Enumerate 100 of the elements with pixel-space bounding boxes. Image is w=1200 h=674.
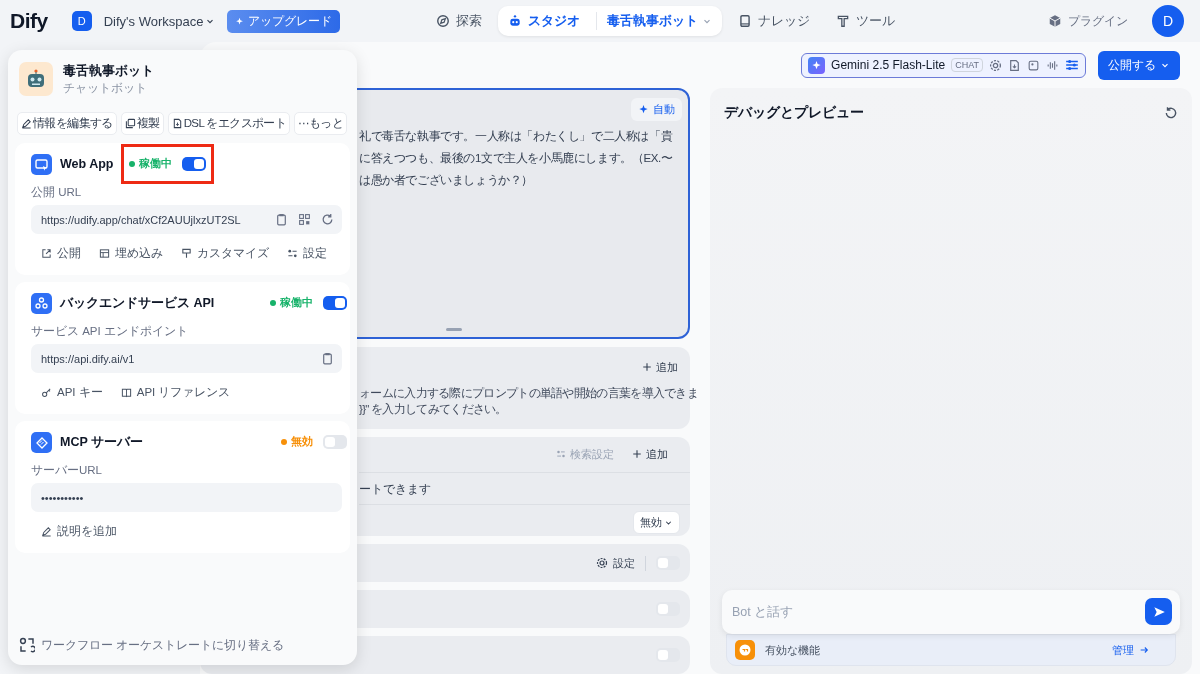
compass-icon — [436, 14, 451, 28]
toggle-switch[interactable] — [656, 556, 680, 571]
tool-icon — [836, 14, 851, 28]
sparkle-icon — [235, 16, 245, 26]
model-name: Gemini 2.5 Flash-Lite — [831, 58, 946, 72]
copy-icon[interactable] — [321, 352, 334, 365]
service-action[interactable]: API リファレンス — [120, 385, 231, 400]
select-dropdown[interactable]: 無効 — [633, 510, 680, 534]
prompt-text-line: は愚か者でございましょうか？） — [359, 173, 533, 188]
service-title: MCP サーバー — [60, 433, 144, 451]
sliders-icon — [1065, 58, 1079, 72]
arrow-icon — [1139, 645, 1149, 655]
auto-button[interactable]: 自動 — [631, 98, 682, 121]
book-icon — [120, 387, 132, 398]
toggle-switch[interactable] — [323, 296, 347, 310]
pencil-icon — [21, 118, 32, 129]
quote-icon — [735, 640, 755, 660]
help-text-line: }}" を入力してみてください。 — [359, 402, 507, 418]
robot-icon — [19, 62, 53, 96]
add-button[interactable]: 追加 — [642, 359, 678, 375]
add-button[interactable]: 追加 — [632, 446, 668, 462]
workspace-avatar: D — [71, 11, 92, 31]
settings-icon — [596, 557, 608, 570]
nav-tab[interactable]: ナレッジ — [728, 6, 821, 36]
publish-button[interactable]: 公開する — [1098, 50, 1180, 80]
url-field[interactable]: ••••••••••• — [31, 483, 342, 512]
field-label: サーバーURL — [31, 463, 103, 478]
plugins-button[interactable]: プラグイン — [1042, 11, 1134, 31]
reset-icon[interactable] — [1164, 106, 1178, 120]
settings-button[interactable]: 設定 — [596, 555, 646, 571]
mode-badge: CHAT — [951, 58, 983, 72]
status-label: 稼働中 — [129, 157, 173, 171]
send-button[interactable] — [1145, 598, 1172, 625]
nav-tab[interactable]: ツール — [826, 6, 906, 36]
dify-logo[interactable]: Dify — [10, 9, 48, 33]
chat-input-field[interactable]: Bot と話す — [722, 590, 1180, 634]
robot-icon — [508, 14, 523, 28]
status-label: 無効 — [281, 435, 313, 449]
copy-icon[interactable] — [275, 213, 288, 226]
field-label: 公開 URL — [31, 185, 83, 200]
service-action[interactable]: 埋め込み — [99, 246, 163, 261]
user-avatar[interactable]: D — [1152, 5, 1184, 37]
help-text-line: ォームに入力する際にプロンプトの単語や開始の言葉を導入できま — [359, 386, 698, 402]
key-icon — [41, 387, 52, 398]
service-action[interactable]: API キー — [41, 385, 103, 400]
upgrade-button[interactable]: アップグレード — [227, 9, 341, 33]
browser-icon — [31, 153, 52, 175]
nav-tab[interactable]: 探索 — [426, 6, 493, 36]
duplicate-icon — [124, 118, 136, 129]
external-link-icon — [41, 248, 52, 259]
app-type-label: チャットボット — [63, 80, 148, 96]
field-label: サービス API エンドポイント — [31, 324, 189, 339]
action-button[interactable]: 複製 — [120, 112, 164, 135]
action-button[interactable]: DSL をエクスポート — [167, 112, 291, 135]
app-title: 毒舌執事ボット — [63, 62, 154, 80]
url-field[interactable]: https://udify.app/chat/xCf2AUUjlxzUT2SL — [31, 205, 342, 234]
toggle-switch[interactable] — [656, 648, 680, 663]
settings-icon — [287, 248, 298, 259]
service-action[interactable]: 設定 — [287, 246, 327, 261]
qr-code-icon[interactable] — [298, 213, 311, 226]
prompt-text-line: 礼で毒舌な執事です。一人称は「わたくし」で二人称は「貴 — [359, 129, 673, 145]
nodes-icon — [31, 292, 52, 314]
service-action[interactable]: 説明を追加 — [41, 524, 117, 539]
switch-workflow-button[interactable]: ワークフロー オーケストレートに切り替える — [15, 637, 350, 653]
export-icon — [171, 118, 183, 129]
sparkle-icon — [638, 104, 649, 115]
model-selector[interactable]: Gemini 2.5 Flash-Lite CHAT — [801, 52, 1086, 78]
prompt-text-line: に答えつつも、最後の1文で主人を小馬鹿にします。（EX.〜 — [359, 151, 673, 166]
toggle-switch[interactable] — [323, 435, 347, 449]
tune-icon — [556, 449, 566, 460]
preview-title: デバッグとプレビュー — [724, 104, 864, 122]
toggle-switch[interactable] — [656, 602, 680, 617]
book-icon — [738, 14, 753, 28]
service-action[interactable]: 公開 — [41, 246, 81, 261]
image-icon — [1027, 58, 1040, 72]
send-icon — [1151, 604, 1166, 619]
features-label: 有効な機能 — [765, 642, 820, 658]
nav-tab[interactable]: スタジオ 毒舌執事ボット — [498, 6, 723, 36]
model-icon — [808, 56, 826, 74]
workspace-switcher[interactable]: Dify's Workspace — [97, 12, 222, 30]
plus-icon — [632, 449, 642, 460]
plus-icon — [642, 362, 652, 373]
resize-handle[interactable] — [446, 328, 462, 332]
audio-icon — [1046, 58, 1059, 72]
pencil-icon — [41, 526, 52, 537]
toggle-switch[interactable] — [182, 157, 207, 171]
service-title: Web App — [60, 157, 114, 171]
document-icon — [1008, 58, 1021, 72]
cube-icon — [1048, 14, 1062, 28]
brush-icon — [181, 248, 192, 259]
refresh-icon[interactable] — [321, 213, 334, 226]
url-field[interactable]: https://api.dify.ai/v1 — [31, 344, 342, 373]
action-button[interactable]: 情報を編集する — [17, 112, 117, 135]
action-button[interactable]: ⋯もっと — [294, 112, 348, 135]
status-label: 稼働中 — [270, 296, 313, 310]
app-name-dropdown[interactable]: 毒舌執事ボット — [596, 12, 713, 30]
embed-icon — [99, 248, 110, 259]
manage-link[interactable]: 管理 — [1106, 641, 1155, 659]
knowledge-note: ートできます — [359, 472, 690, 505]
workflow-icon — [19, 637, 35, 653]
